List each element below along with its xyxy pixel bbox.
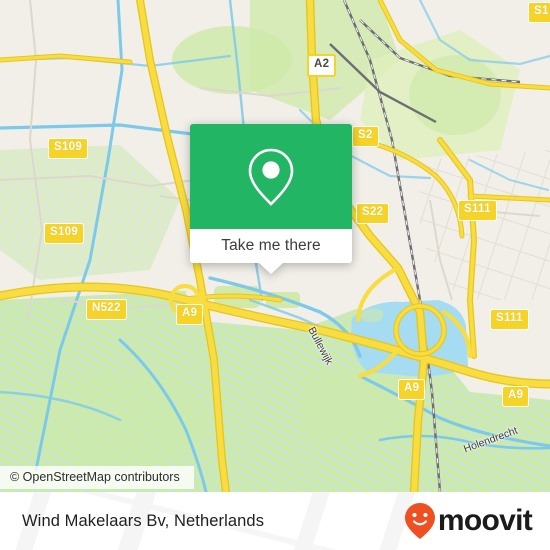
footer-bar: Wind Makelaars Bv, Netherlands moovit [0, 492, 550, 550]
road-shield[interactable]: S1 [528, 2, 550, 23]
callout-footer[interactable]: Take me there [190, 229, 352, 274]
callout-pointer [259, 263, 283, 274]
road-shield[interactable]: A9 [398, 379, 426, 400]
road-shield[interactable]: A2 [307, 54, 337, 77]
screenshot-root: S109 S109 N522 A9 A2 S2 S22 S111 S111 A9… [0, 0, 550, 550]
moovit-logo[interactable]: moovit [404, 502, 533, 540]
road-shield[interactable]: S109 [48, 138, 89, 159]
callout-header [190, 124, 352, 229]
map-attribution[interactable]: © OpenStreetMap contributors [0, 466, 194, 489]
road-shield[interactable]: S109 [44, 223, 85, 244]
map-canvas[interactable]: S109 S109 N522 A9 A2 S2 S22 S111 S111 A9… [0, 0, 550, 492]
take-me-there-label: Take me there [221, 237, 321, 254]
location-callout[interactable]: Take me there [190, 124, 352, 274]
place-title: Wind Makelaars Bv, Netherlands [22, 511, 265, 530]
road-shield[interactable]: S111 [458, 200, 497, 221]
road-shield[interactable]: A9 [176, 304, 204, 325]
attribution-text: © OpenStreetMap contributors [10, 470, 180, 484]
road-shield[interactable]: S22 [356, 203, 390, 224]
road-shield[interactable]: S111 [490, 309, 529, 330]
road-shield[interactable]: N522 [86, 299, 127, 320]
road-shield[interactable]: S2 [352, 126, 379, 147]
map-pin-icon [248, 148, 294, 206]
moovit-wordmark: moovit [437, 504, 533, 537]
road-shield[interactable]: A9 [502, 386, 530, 407]
moovit-smiley-pin-icon [404, 503, 435, 539]
